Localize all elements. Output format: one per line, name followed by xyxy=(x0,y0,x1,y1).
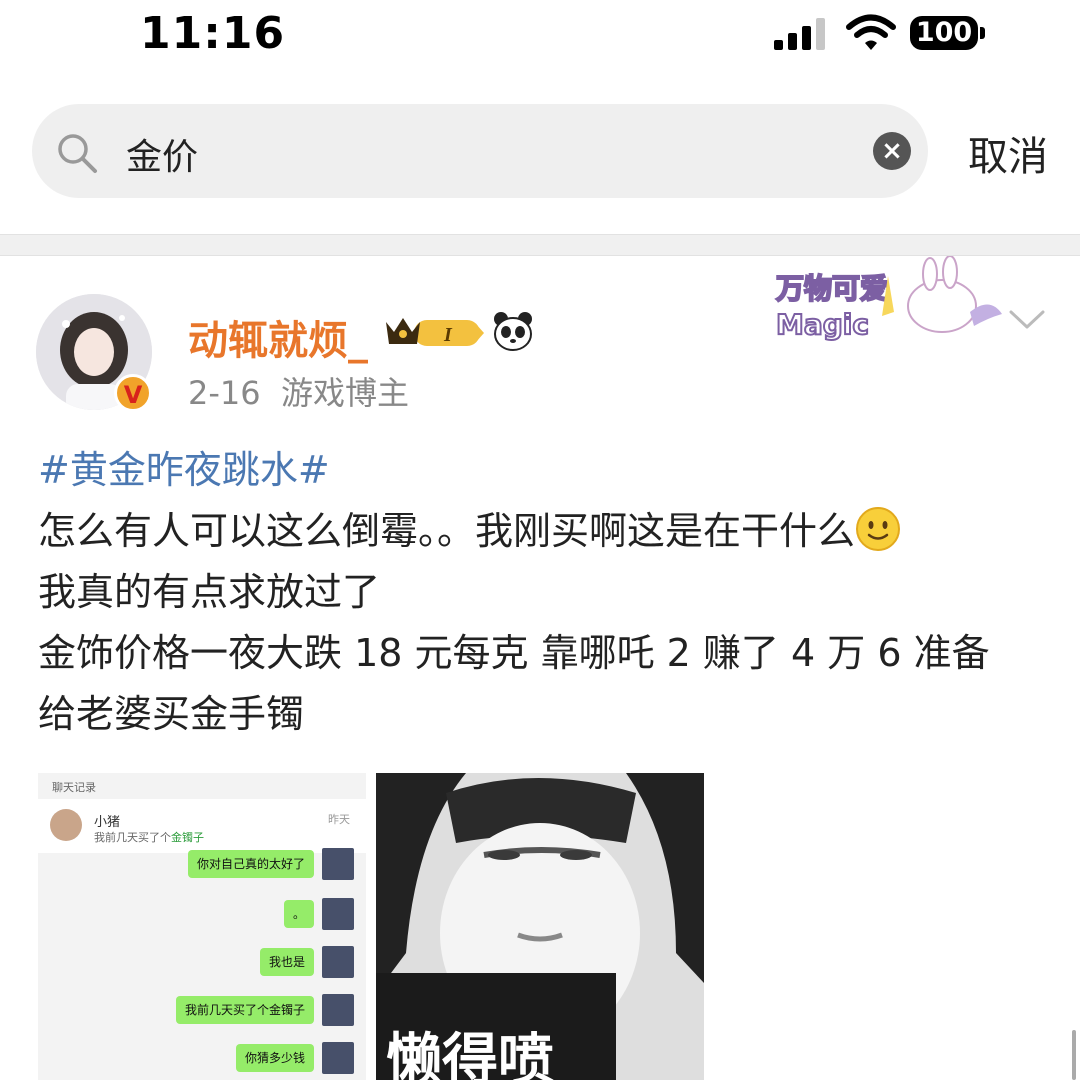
section-divider xyxy=(0,234,1080,256)
cellular-signal-icon xyxy=(774,18,825,50)
chat-message: 。 xyxy=(283,900,314,928)
scrollbar[interactable] xyxy=(1072,1030,1076,1080)
post-line-4: 给老婆买金手镯 xyxy=(38,692,305,736)
chat-contact-name: 小猪 xyxy=(94,815,121,830)
sticker-text-1: 万物可爱 xyxy=(776,272,888,305)
badge-level-text: I xyxy=(443,324,453,346)
chat-date: 昨天 xyxy=(328,813,350,826)
chat-message: 我前几天买了个金镯子 xyxy=(175,996,314,1024)
post-image-meme[interactable]: 懒得喷 xyxy=(376,773,704,1080)
chat-message: 你猜多少钱 xyxy=(235,1044,314,1072)
post-content: #黄金昨夜跳水# 怎么有人可以这么倒霉。。我刚买啊这是在干什么 我真的有点求放过… xyxy=(38,440,1048,745)
smile-emoji-icon xyxy=(856,507,901,551)
author-role: 游戏博主 xyxy=(280,374,409,412)
cute-sticker-icon: 万物可爱 Magic xyxy=(775,256,1002,342)
chat-user-avatar xyxy=(322,898,354,930)
post-line-2: 我真的有点求放过了 xyxy=(38,570,381,614)
chat-message: 你对自己真的太好了 xyxy=(187,850,314,878)
chat-title: 聊天记录 xyxy=(52,781,96,794)
post-line-3: 金饰价格一夜大跌 18 元每克 靠哪吒 2 赚了 4 万 6 准备 xyxy=(38,631,990,675)
battery-level: 100 xyxy=(910,16,978,50)
status-time: 11:16 xyxy=(140,8,286,59)
meme-caption: 懒得喷 xyxy=(386,1028,554,1080)
panda-icon xyxy=(494,312,532,351)
cancel-button[interactable]: 取消 xyxy=(968,124,1048,182)
sticker-text-2: Magic xyxy=(776,308,869,341)
post-date: 2-16 xyxy=(188,374,261,412)
chevron-down-icon[interactable] xyxy=(1008,308,1046,332)
chat-message: 我也是 xyxy=(259,948,314,976)
chat-user-avatar xyxy=(322,848,354,880)
search-icon xyxy=(58,134,97,173)
chat-user-avatar xyxy=(322,1042,354,1074)
wifi-icon xyxy=(846,14,896,50)
post-meta: 2-16 游戏博主 xyxy=(188,368,409,414)
chat-user-avatar xyxy=(322,994,354,1026)
verified-badge: V xyxy=(114,374,152,412)
chat-preview: 我前几天买了个金镯子 xyxy=(94,831,204,844)
crown-level-badge-icon[interactable]: I xyxy=(384,312,486,352)
search-query-text[interactable]: 金价 xyxy=(126,128,198,180)
clear-search-icon[interactable]: × xyxy=(873,132,911,170)
hashtag-link[interactable]: #黄金昨夜跳水# xyxy=(38,448,330,492)
chat-contact-avatar xyxy=(50,809,82,841)
battery-indicator: 100 xyxy=(910,16,986,52)
post-image-chat-screenshot[interactable]: 聊天记录 小猪 我前几天买了个金镯子 昨天 你对自己真的太好了 。 我也是 我前… xyxy=(38,773,366,1080)
chat-user-avatar xyxy=(322,946,354,978)
post-line-1: 怎么有人可以这么倒霉。。我刚买啊这是在干什么 xyxy=(38,509,856,553)
username[interactable]: 动辄就烦_ xyxy=(188,308,368,366)
